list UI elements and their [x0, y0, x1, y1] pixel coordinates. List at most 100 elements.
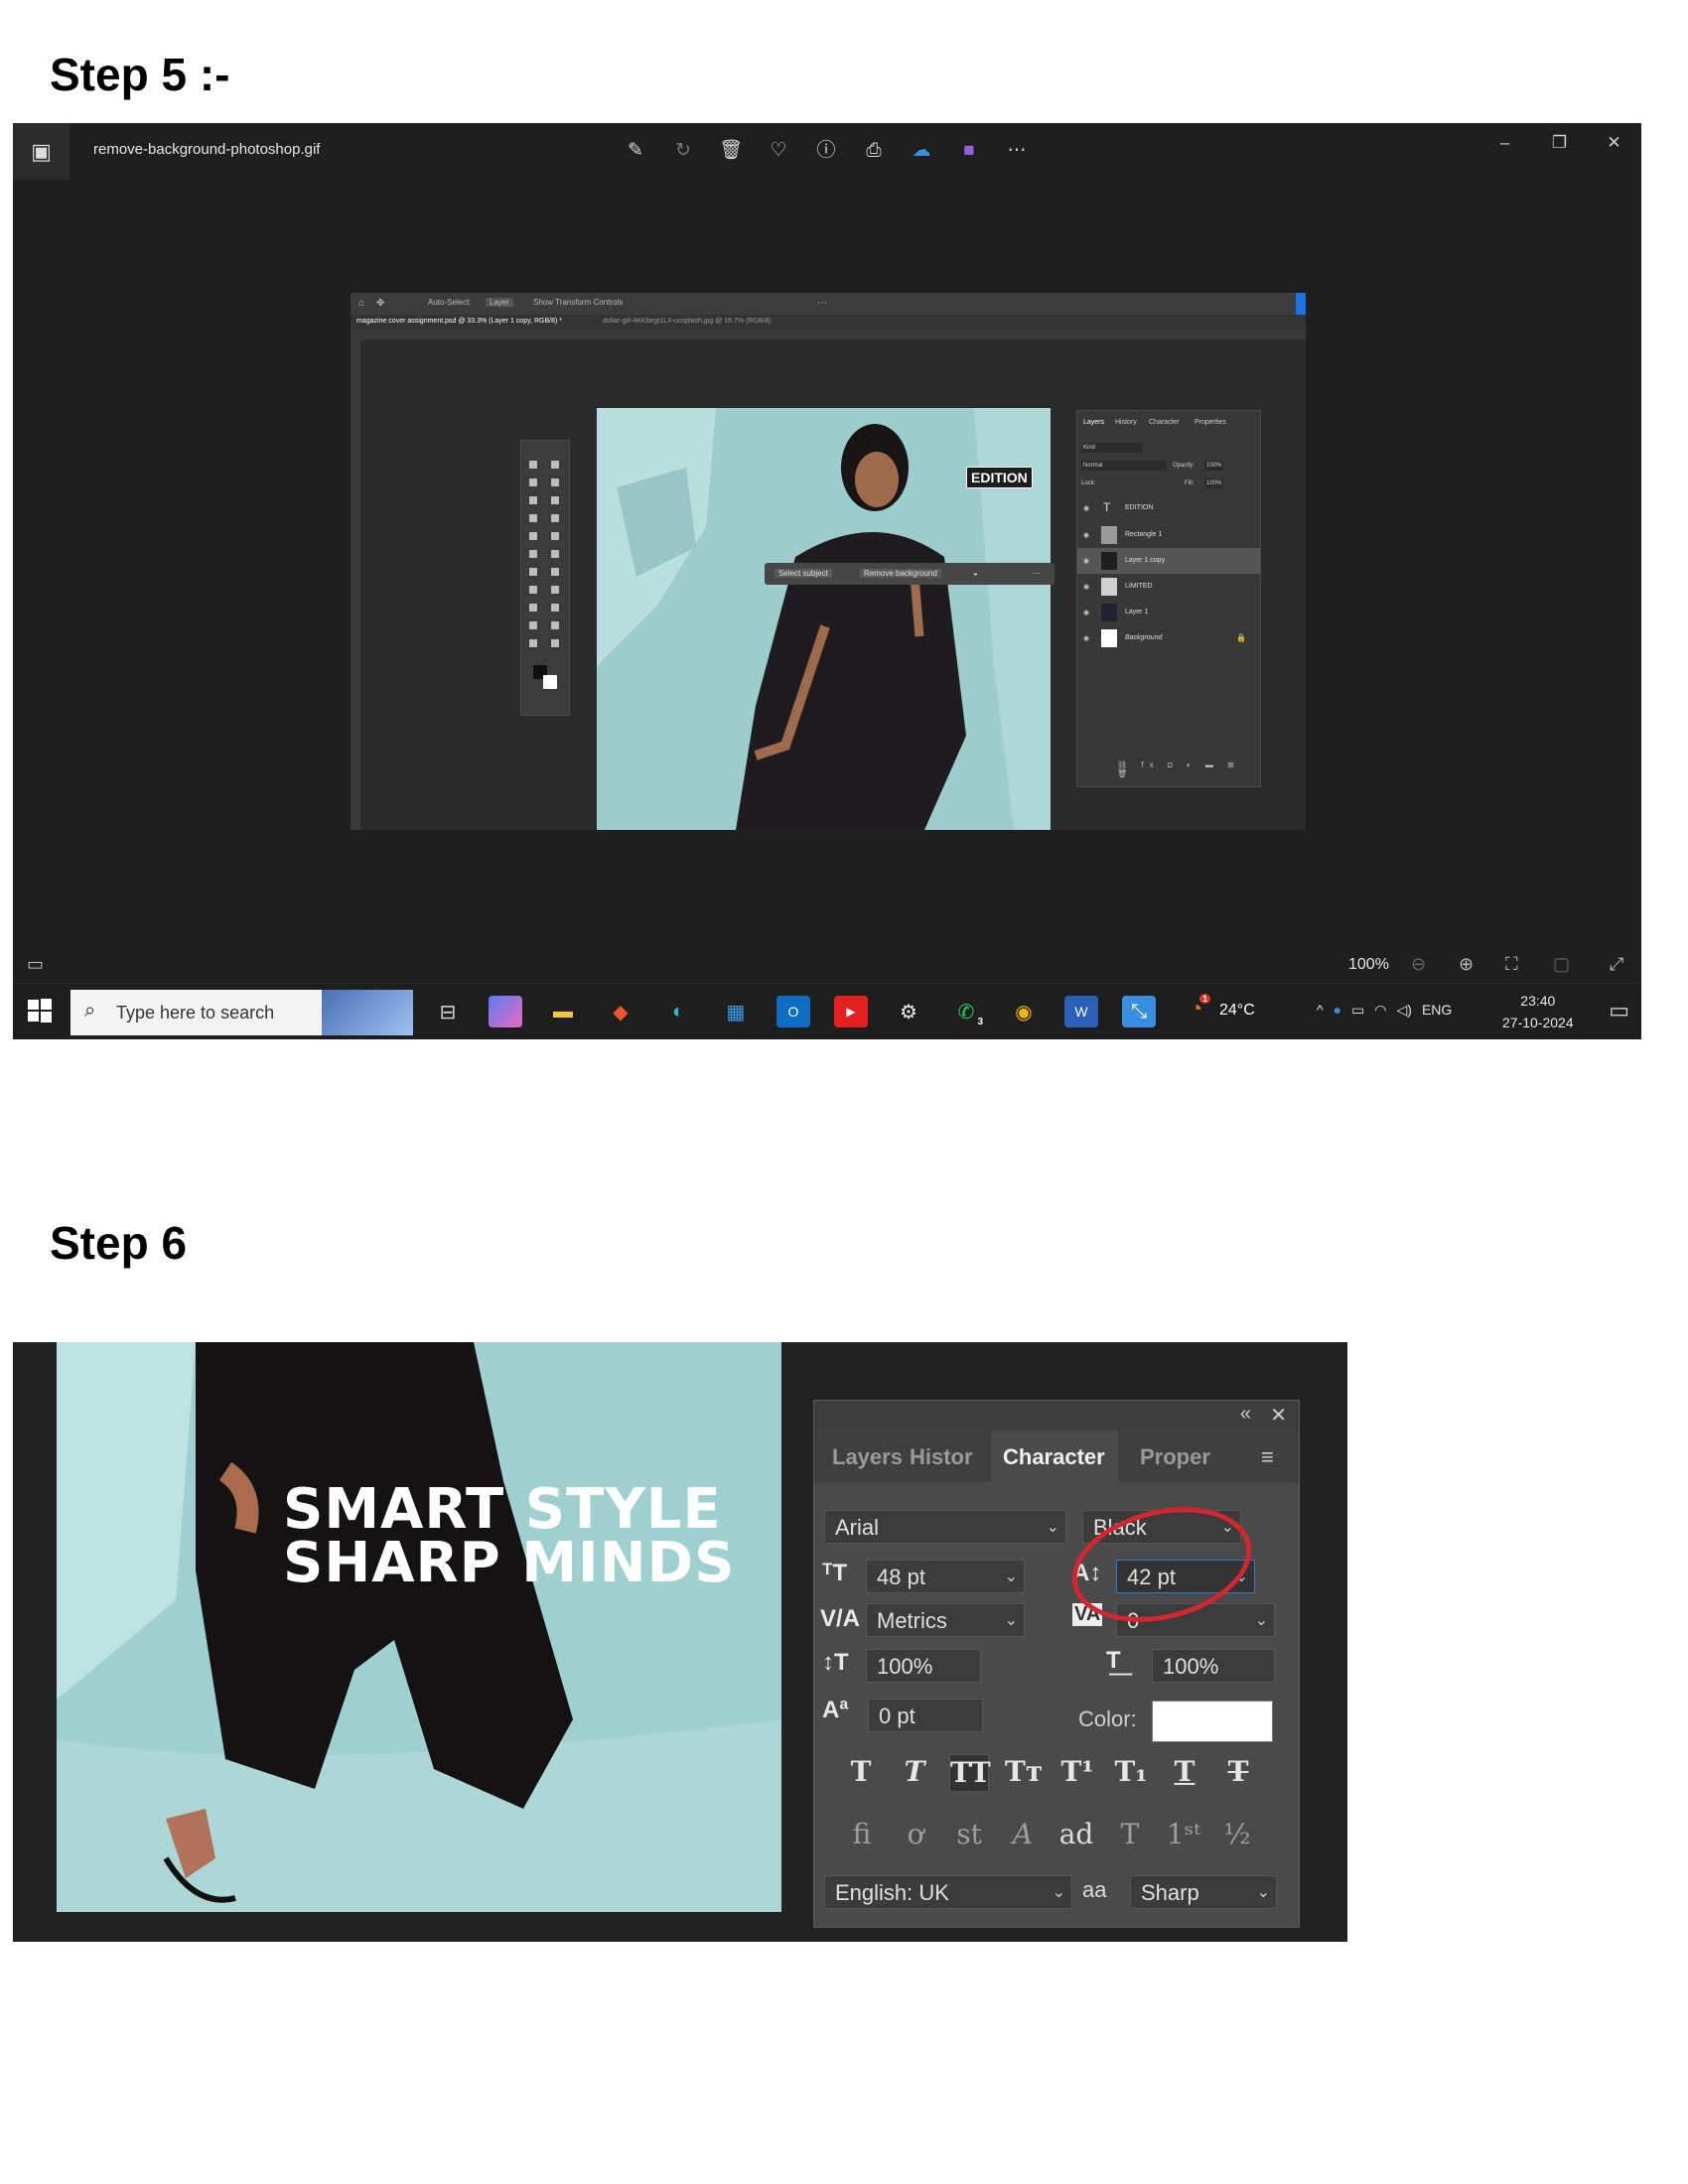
eye-icon[interactable]: ◉	[1083, 504, 1089, 512]
opacity-value[interactable]: 100%	[1204, 461, 1224, 471]
small-caps-button[interactable]: Tᴛ	[1005, 1754, 1043, 1790]
brave-icon[interactable]: ◆	[604, 996, 637, 1027]
magazine-photo[interactable]: SMART STYLE SHARP MINDS	[57, 1342, 781, 1912]
language-indicator[interactable]: ENG	[1422, 1002, 1452, 1019]
tab-properties[interactable]: Properties	[1195, 419, 1226, 426]
language-select[interactable]: English: UK ⌄	[824, 1875, 1072, 1909]
fullscreen-icon[interactable]: ⤢	[1610, 954, 1623, 975]
background-color[interactable]	[543, 675, 557, 689]
youtube-icon[interactable]: ▶	[834, 996, 868, 1027]
baseline-shift-field[interactable]: 0 pt	[868, 1699, 983, 1732]
doc-tab[interactable]: dollar-gill-4KKbegt1LX-unsplash.jpg @ 16…	[603, 318, 772, 325]
tab-character[interactable]: Character	[1149, 419, 1180, 426]
faux-bold-button[interactable]: T	[842, 1754, 880, 1790]
remove-background-button[interactable]: Remove background	[860, 569, 941, 578]
close-icon[interactable]: ✕	[1270, 1403, 1287, 1428]
layer-select[interactable]: Layer	[486, 298, 514, 307]
lasso-tool-icon[interactable]	[529, 478, 537, 486]
ordinals-button[interactable]: 1ˢᵗ	[1164, 1816, 1203, 1853]
copilot-icon[interactable]	[489, 996, 522, 1027]
bluetooth-icon[interactable]: ●	[1334, 1002, 1341, 1019]
ps-canvas[interactable]: EDITION	[597, 408, 1051, 830]
hand-tool-icon[interactable]	[551, 621, 559, 629]
photos-icon[interactable]: ⤡	[1122, 996, 1156, 1027]
move-tool-icon[interactable]: ✥	[376, 298, 384, 309]
edit-icon[interactable]: ✎	[622, 137, 649, 165]
gradient-icon[interactable]	[529, 568, 537, 576]
eye-icon[interactable]: ◉	[1083, 634, 1089, 642]
tab-layers[interactable]: Layers	[1083, 419, 1104, 426]
zoom-out-icon[interactable]: ⊖	[1411, 954, 1426, 975]
onedrive-icon[interactable]: ☁	[908, 137, 935, 165]
frame-tool-icon[interactable]	[551, 496, 559, 504]
eye-icon[interactable]: ◉	[1083, 531, 1089, 539]
info-icon[interactable]: ⓘ	[812, 137, 840, 165]
favorite-icon[interactable]: ♡	[765, 137, 792, 165]
ligatures-button[interactable]: ﬁ	[842, 1816, 882, 1853]
clipchamp-icon[interactable]: ■	[955, 137, 983, 165]
all-caps-button[interactable]: TT	[949, 1754, 991, 1792]
tab-layers[interactable]: Layers	[832, 1444, 903, 1470]
more-icon[interactable]: ⋯	[1033, 569, 1041, 578]
transform-controls-checkbox[interactable]: Show Transform Controls	[533, 298, 623, 307]
minimize-icon[interactable]: –	[1477, 123, 1532, 163]
blend-mode-select[interactable]: Normal	[1081, 461, 1167, 471]
task-view-icon[interactable]: ⊟	[431, 996, 465, 1027]
tab-history[interactable]: History	[1115, 419, 1137, 426]
settings-icon[interactable]: ⚙	[892, 996, 925, 1027]
eye-icon[interactable]: ◉	[1083, 557, 1089, 565]
healing-brush-icon[interactable]	[551, 514, 559, 522]
kerning-select[interactable]: Metrics ⌄	[866, 1603, 1025, 1637]
tab-history[interactable]: Histor	[910, 1444, 973, 1470]
subscript-button[interactable]: T₁	[1112, 1754, 1150, 1790]
word-icon[interactable]: W	[1064, 996, 1098, 1027]
stamp-tool-icon[interactable]	[551, 532, 559, 540]
volume-icon[interactable]: ◁)	[1397, 1002, 1412, 1019]
layer-row[interactable]: ◉ Background 🔒	[1077, 625, 1260, 651]
underline-button[interactable]: T	[1166, 1754, 1203, 1790]
type-tool-icon[interactable]	[529, 604, 537, 612]
panel-menu-icon[interactable]: ≡	[1261, 1444, 1274, 1470]
history-brush-icon[interactable]	[529, 550, 537, 558]
path-select-icon[interactable]	[551, 604, 559, 612]
kind-filter[interactable]: Kind	[1081, 443, 1143, 453]
superscript-button[interactable]: T¹	[1058, 1754, 1096, 1790]
tab-character[interactable]: Character	[1003, 1444, 1105, 1470]
fill-value[interactable]: 100%	[1204, 478, 1224, 488]
more-icon[interactable]: ⋯	[1003, 137, 1031, 165]
marquee-tool-icon[interactable]	[551, 461, 559, 469]
home-icon[interactable]: ⌂	[358, 298, 364, 309]
horizontal-scale-field[interactable]: 100%	[1152, 1649, 1275, 1683]
stylistic-alternates-button[interactable]: ad	[1056, 1816, 1096, 1853]
font-size-field[interactable]: 48 pt ⌄	[866, 1560, 1025, 1593]
chrome-icon[interactable]: ◉	[1007, 996, 1041, 1027]
fit-to-window-icon[interactable]: ⛶	[1505, 954, 1518, 975]
temperature[interactable]: 24°C	[1219, 1002, 1255, 1020]
discretionary-ligatures-button[interactable]: ơ	[896, 1816, 935, 1853]
taskbar-search[interactable]: ⌕ Type here to search	[70, 990, 413, 1035]
rotate-icon[interactable]: ↻	[669, 137, 697, 165]
titling-alternates-button[interactable]: T	[1110, 1816, 1150, 1853]
vertical-scale-field[interactable]: 100%	[866, 1649, 981, 1683]
zoom-tool-icon[interactable]	[529, 639, 537, 647]
layer-row[interactable]: ◉ Rectangle 1	[1077, 522, 1260, 548]
eraser-icon[interactable]	[551, 550, 559, 558]
font-family-select[interactable]: Arial ⌄	[824, 1510, 1066, 1544]
store-icon[interactable]: ▦	[719, 996, 753, 1027]
eye-icon[interactable]: ◉	[1083, 583, 1089, 591]
layer-row[interactable]: ◉ T EDITION	[1077, 495, 1260, 521]
share-icon[interactable]	[1296, 293, 1306, 315]
delete-icon[interactable]: 🗑	[717, 137, 745, 165]
auto-select-label[interactable]: Auto-Select:	[428, 298, 472, 307]
strikethrough-button[interactable]: T	[1219, 1754, 1257, 1790]
swash-button[interactable]: A	[1003, 1816, 1043, 1853]
layer-row-selected[interactable]: ◉ Layer 1 copy	[1077, 548, 1260, 574]
eyedropper-icon[interactable]	[529, 514, 537, 522]
blur-icon[interactable]	[551, 568, 559, 576]
more-options-icon[interactable]: ⋯	[817, 298, 827, 309]
magic-wand-icon[interactable]	[551, 478, 559, 486]
shape-tool-icon[interactable]	[529, 621, 537, 629]
filmstrip-icon[interactable]: ▭	[27, 954, 44, 975]
battery-icon[interactable]: ▭	[1351, 1002, 1364, 1019]
headline-text[interactable]: SMART STYLE SHARP MINDS	[283, 1482, 735, 1591]
